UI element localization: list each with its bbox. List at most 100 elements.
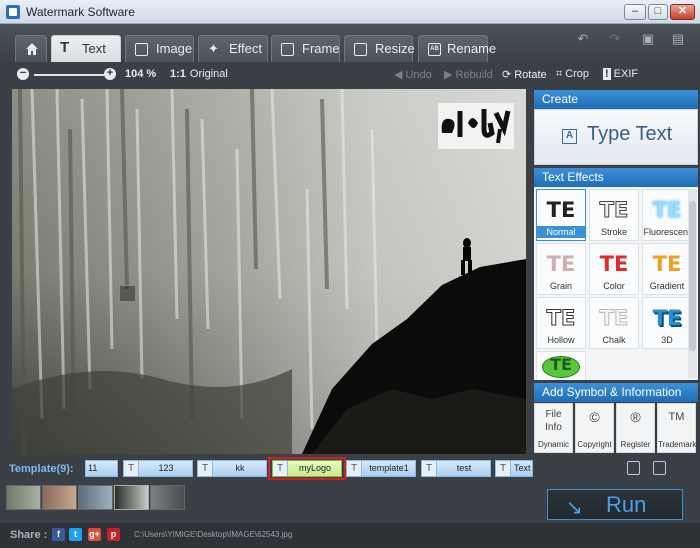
type-text-button[interactable]: A Type Text [534, 109, 698, 165]
effect-grain[interactable]: TE Grain [536, 243, 586, 295]
undo-label: Undo [405, 69, 432, 81]
effect-chalk[interactable]: TE Chalk [589, 297, 639, 349]
text-t-icon: T [60, 39, 70, 56]
symbol-dynamic[interactable]: File Info Dynamic [534, 403, 573, 453]
tab-effect[interactable]: ✦ Effect [198, 35, 268, 62]
undo-button[interactable]: ◀ Undo [394, 68, 432, 81]
rebuild-button[interactable]: ▶ Rebuild [444, 68, 493, 81]
magic-wand-icon: ✦ [208, 41, 219, 56]
effect-color[interactable]: TE Color [589, 243, 639, 295]
redo-history-icon[interactable]: ↷ [607, 31, 623, 47]
effect-gradient[interactable]: TE Gradient [642, 243, 692, 295]
selected-template-highlight [268, 457, 346, 480]
watermark-logo-image[interactable] [438, 103, 514, 149]
original-label: Original [189, 68, 228, 80]
template-item[interactable]: Ttemplate1 [346, 460, 416, 477]
rotate-label: Rotate [514, 69, 547, 81]
thumbnail-row: ↘ Run [0, 483, 700, 523]
image-thumbnail[interactable] [42, 485, 77, 510]
zoom-value: 104 % [125, 68, 157, 80]
zoom-slider[interactable] [34, 74, 104, 76]
template-name: test [456, 463, 472, 473]
image-thumbnail[interactable] [78, 485, 113, 510]
tab-home[interactable] [15, 35, 47, 62]
image-icon [135, 43, 148, 56]
symbol-trademark[interactable]: TM Trademark [657, 403, 696, 453]
text-effects-grid: TE Normal TE Stroke TE Fluorescent TE Gr… [534, 187, 698, 380]
effect-hollow[interactable]: TE Hollow [536, 297, 586, 349]
twitter-icon[interactable]: t [69, 528, 82, 541]
run-button[interactable]: ↘ Run [547, 489, 683, 520]
tool-bar: − + 104 % 1:1 Original ◀ Undo ▶ Rebuild ⟳ Ro… [0, 62, 700, 88]
file-path: C:\Users\YIMIGE\Desktop\IMAGE\62543.jpg [134, 530, 293, 539]
tab-frame[interactable]: Frame [271, 35, 340, 62]
manage-templates-icon[interactable] [653, 461, 666, 475]
image-thumbnail[interactable] [6, 485, 41, 510]
image-thumbnail[interactable] [150, 485, 185, 510]
zoom-in-icon[interactable]: + [104, 68, 116, 80]
template-item[interactable]: Tkk [197, 460, 267, 477]
image-thumbnail-current[interactable] [114, 485, 149, 510]
effect-fluorescent[interactable]: TE Fluorescent [642, 189, 692, 241]
rotate-button[interactable]: ⟳ Rotate [502, 68, 547, 81]
undo-history-icon[interactable]: ↶ [575, 31, 591, 47]
template-item[interactable]: T 123 [123, 460, 193, 477]
original-size-button[interactable]: 1:1 Original [170, 68, 228, 80]
effect-normal-label: Normal [537, 226, 585, 238]
pinterest-icon[interactable]: p [107, 528, 120, 541]
chat-icon[interactable]: ▣ [640, 31, 656, 47]
photo-canvas[interactable] [12, 89, 526, 454]
tab-rename[interactable]: AB Rename [418, 35, 496, 62]
google-plus-icon[interactable]: g+ [88, 528, 101, 541]
template-item[interactable]: TText E [495, 460, 533, 477]
tab-resize-label: Resize [375, 41, 415, 56]
effect-badge[interactable]: TE [536, 351, 586, 380]
save-template-icon[interactable] [627, 461, 640, 475]
type-text-label: Type Text [587, 123, 673, 145]
effect-fluorescent-preview: TE [652, 198, 682, 222]
tab-text-label: Text [82, 41, 106, 56]
main-tab-bar: T Text Image ✦ Effect Frame Resize AB Re… [0, 24, 700, 62]
effect-stroke-label: Stroke [600, 227, 627, 237]
selection-handle[interactable] [119, 285, 136, 302]
minimize-button[interactable]: – [624, 4, 646, 20]
trademark-icon: TM [668, 411, 685, 423]
effect-3d-label: 3D [661, 335, 673, 345]
template-item[interactable]: Ttest [421, 460, 491, 477]
effect-gradient-label: Gradient [649, 281, 685, 291]
effect-stroke-preview: TE [599, 198, 629, 223]
effect-stroke[interactable]: TE Stroke [589, 189, 639, 241]
rename-icon: AB [428, 43, 441, 56]
symbol-copyright[interactable]: © Copyright [575, 403, 614, 453]
close-button[interactable]: ✕ [670, 4, 695, 20]
template-item[interactable]: 11 [85, 460, 118, 477]
status-bar: Share : f t g+ p C:\Users\YIMIGE\Desktop… [0, 523, 700, 548]
template-count-label: Template(9): [9, 463, 74, 475]
effect-normal[interactable]: TE Normal [536, 189, 586, 241]
tab-effect-label: Effect [229, 41, 263, 56]
effect-chalk-preview: TE [599, 306, 629, 331]
symbol-copyright-label: Copyright [577, 440, 612, 449]
effect-3d[interactable]: TE 3D [642, 297, 692, 349]
undo-icon: ◀ [394, 69, 403, 81]
effect-gradient-preview: TE [652, 252, 682, 276]
symbol-register-label: Register [620, 440, 651, 449]
effect-grain-preview: TE [546, 252, 576, 276]
symbol-register[interactable]: ® Register [616, 403, 655, 453]
tab-resize[interactable]: Resize [344, 35, 415, 62]
tab-image[interactable]: Image [125, 35, 194, 62]
maximize-button[interactable]: □ [648, 4, 668, 20]
crop-button[interactable]: ⌗ Crop [556, 68, 589, 81]
effect-normal-preview: TE [546, 198, 576, 222]
tab-text[interactable]: T Text [51, 35, 121, 62]
image-thumbnails [6, 485, 185, 510]
rebuild-label: Rebuild [455, 69, 493, 81]
zoom-out-icon[interactable]: − [17, 68, 29, 80]
run-label: Run [606, 492, 647, 517]
facebook-icon[interactable]: f [52, 528, 65, 541]
tab-image-label: Image [156, 41, 193, 56]
notes-icon[interactable]: ▤ [670, 31, 686, 47]
effects-scroll-thumb[interactable] [689, 201, 696, 351]
exif-button[interactable]: ! EXIF [603, 68, 638, 80]
effects-scrollbar[interactable] [688, 189, 697, 378]
